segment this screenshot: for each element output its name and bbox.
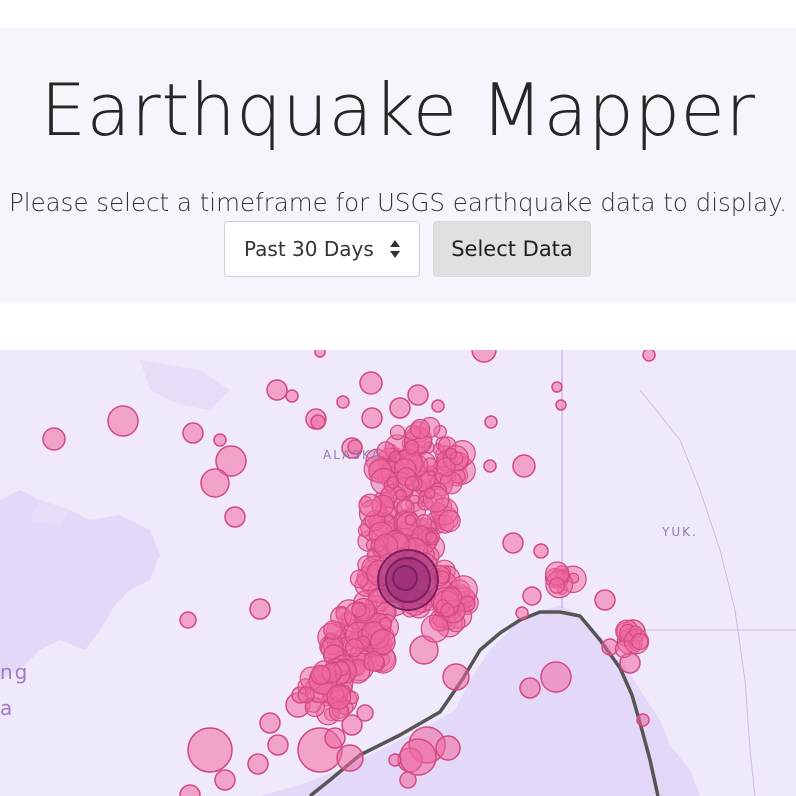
- earthquake-marker[interactable]: [642, 350, 656, 362]
- earthquake-marker[interactable]: [336, 744, 364, 772]
- earthquake-marker[interactable]: [259, 712, 281, 734]
- earthquake-marker[interactable]: [519, 677, 541, 699]
- earthquake-marker[interactable]: [107, 405, 139, 437]
- earthquake-marker[interactable]: [386, 476, 400, 489]
- earthquake-marker[interactable]: [399, 738, 437, 776]
- earthquake-marker[interactable]: [247, 753, 269, 775]
- earthquake-marker[interactable]: [314, 350, 326, 358]
- timeframe-select-value: Past 30 Days: [244, 237, 374, 261]
- earthquake-marker[interactable]: [323, 620, 343, 640]
- earthquake-marker[interactable]: [358, 493, 382, 518]
- earthquake-marker[interactable]: [404, 475, 420, 491]
- map-canvas: [0, 350, 796, 796]
- earthquake-marker[interactable]: [266, 379, 288, 401]
- earthquake-marker[interactable]: [522, 586, 542, 606]
- earthquake-marker[interactable]: [431, 399, 445, 413]
- earthquake-marker[interactable]: [540, 661, 572, 693]
- earthquake-marker[interactable]: [512, 454, 536, 478]
- earthquake-marker[interactable]: [351, 602, 367, 618]
- timeframe-select[interactable]: Past 30 Days: [224, 221, 420, 277]
- earthquake-marker[interactable]: [42, 427, 66, 451]
- earthquake-marker[interactable]: [407, 384, 429, 406]
- earthquake-marker[interactable]: [404, 514, 417, 526]
- earthquake-marker[interactable]: [420, 614, 450, 643]
- earthquake-marker[interactable]: [389, 397, 411, 419]
- map-label-left-2: a: [0, 696, 15, 720]
- select-data-button[interactable]: Select Data: [433, 221, 591, 277]
- earthquake-marker[interactable]: [389, 424, 406, 441]
- earthquake-marker[interactable]: [555, 399, 567, 411]
- earthquake-marker[interactable]: [631, 632, 649, 651]
- earthquake-marker-major[interactable]: [392, 565, 418, 591]
- header-jumbotron: Earthquake Mapper Please select a timefr…: [0, 28, 796, 302]
- earthquake-marker[interactable]: [438, 509, 461, 533]
- earthquake-marker[interactable]: [344, 638, 364, 658]
- earthquake-marker[interactable]: [324, 727, 346, 749]
- earthquake-marker[interactable]: [395, 488, 407, 501]
- earthquake-map[interactable]: ALASKA YUK. ng a: [0, 350, 796, 796]
- earthquake-marker[interactable]: [440, 602, 455, 618]
- earthquake-marker[interactable]: [379, 617, 393, 630]
- earthquake-marker[interactable]: [297, 686, 315, 704]
- earthquake-marker[interactable]: [484, 415, 498, 429]
- earthquake-marker[interactable]: [182, 422, 204, 444]
- earthquake-marker[interactable]: [369, 629, 396, 655]
- earthquake-marker[interactable]: [442, 663, 470, 691]
- earthquake-marker[interactable]: [533, 543, 549, 559]
- earthquake-marker[interactable]: [404, 439, 420, 455]
- earthquake-marker[interactable]: [502, 532, 524, 554]
- map-label-yukon: YUK.: [662, 525, 698, 539]
- earthquake-marker[interactable]: [551, 381, 563, 393]
- up-down-caret-icon: [390, 240, 400, 258]
- earthquake-marker[interactable]: [213, 433, 227, 447]
- earthquake-marker[interactable]: [483, 459, 497, 473]
- earthquake-marker[interactable]: [336, 395, 350, 409]
- map-label-left-1: ng: [0, 660, 30, 684]
- earthquake-marker[interactable]: [399, 771, 417, 789]
- earthquake-marker[interactable]: [187, 727, 233, 773]
- map-label-alaska: ALASKA: [323, 448, 382, 462]
- earthquake-marker[interactable]: [267, 734, 289, 756]
- earthquake-marker[interactable]: [435, 735, 461, 761]
- earthquake-marker[interactable]: [515, 606, 529, 620]
- earthquake-marker[interactable]: [249, 598, 271, 620]
- earthquake-marker[interactable]: [356, 704, 374, 722]
- earthquake-marker[interactable]: [285, 389, 299, 403]
- earthquake-marker[interactable]: [326, 684, 352, 710]
- earthquake-marker[interactable]: [310, 664, 331, 686]
- page-subtitle: Please select a timeframe for USGS earth…: [9, 188, 787, 217]
- earthquake-marker[interactable]: [214, 769, 236, 791]
- earthquake-marker[interactable]: [361, 407, 383, 429]
- earthquake-marker[interactable]: [636, 713, 650, 727]
- earthquake-marker[interactable]: [445, 447, 458, 460]
- earthquake-marker[interactable]: [179, 611, 197, 629]
- earthquake-marker[interactable]: [224, 506, 246, 528]
- earthquake-marker[interactable]: [410, 418, 431, 440]
- page-title: Earthquake Mapper: [40, 68, 756, 152]
- earthquake-marker[interactable]: [594, 589, 616, 611]
- earthquake-marker[interactable]: [349, 569, 369, 589]
- earthquake-marker[interactable]: [200, 468, 230, 498]
- earthquake-marker[interactable]: [388, 753, 402, 767]
- earthquake-marker[interactable]: [425, 531, 438, 544]
- earthquake-marker[interactable]: [424, 487, 436, 499]
- earthquake-marker[interactable]: [359, 371, 383, 395]
- earthquake-marker[interactable]: [310, 414, 326, 430]
- earthquake-marker[interactable]: [548, 577, 566, 594]
